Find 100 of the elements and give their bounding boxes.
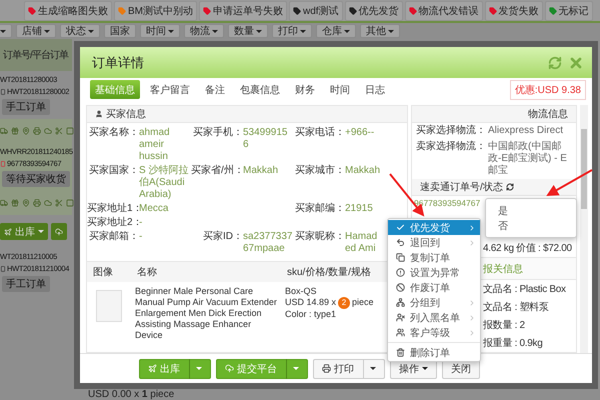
unit-text: piece (352, 297, 374, 307)
filter-dropdown[interactable]: 仓库 (316, 24, 356, 38)
field-value: - (139, 231, 142, 244)
toolbar-icon[interactable] (44, 127, 52, 135)
tab[interactable]: 备注 (200, 80, 230, 99)
section-title: 买家信息 (106, 108, 146, 121)
customs-field: 报重量 : 0.9kg (483, 336, 542, 350)
section-title: 物流信息 (528, 108, 568, 121)
tab[interactable]: 包裹信息 (235, 80, 285, 99)
close-icon[interactable] (568, 54, 584, 70)
tab[interactable]: 财务 (290, 80, 320, 99)
field-value: ahmad ameir hussin (139, 127, 171, 163)
field-label: 买家邮编： (294, 203, 345, 215)
toolbar-icon[interactable] (22, 127, 30, 135)
tag-filter[interactable]: 申请运单号失败 (199, 0, 287, 20)
field-value: +966-- (345, 127, 374, 140)
menu-item[interactable]: 作废订单 (388, 280, 480, 295)
customs-field: 报数量 : 2 (483, 318, 525, 332)
price-quantity-text: USD 0.00 x 1 piece (88, 389, 174, 400)
column-header: 订单号/平台订单 (0, 39, 72, 71)
field-label: 买家名称： (88, 127, 139, 140)
tag-filter[interactable]: 发货失败 (484, 0, 543, 20)
menu-item[interactable]: 否 (486, 218, 576, 233)
cloud-upload-icon (55, 228, 63, 236)
filter-dropdown[interactable]: 国家 (104, 24, 136, 38)
photo-placeholder (96, 290, 122, 322)
menu-item-icon (396, 253, 405, 262)
toolbar-icon[interactable] (33, 127, 41, 135)
user-icon (95, 110, 103, 118)
toolbar-icon[interactable] (22, 199, 30, 207)
field-label: 买家ID： (202, 231, 243, 244)
toolbar-icon[interactable] (0, 199, 8, 207)
filter-dropdown[interactable]: 店铺 (16, 24, 56, 38)
field-label: 买家邮箱： (88, 231, 139, 244)
filter-dropdown[interactable]: 打印 (272, 24, 312, 38)
field-value: Makkah (345, 165, 380, 178)
toolbar-icon[interactable] (11, 199, 19, 207)
field-value: 534999156 (243, 127, 288, 152)
filter-dropdown[interactable]: 时间 (140, 24, 180, 38)
toolbar-icon[interactable] (66, 127, 74, 135)
field-value: S 沙特阿拉伯A(Saudi Arabia) (139, 165, 190, 201)
toolbar-icon[interactable] (66, 199, 74, 207)
menu-item[interactable]: 优先发货 (388, 220, 480, 235)
toolbar-icon[interactable] (44, 199, 52, 207)
menu-item-icon (396, 283, 405, 292)
field-label: 买家城市： (294, 165, 345, 178)
section-title: 报关信息 (483, 262, 523, 276)
toolbar-icon[interactable] (11, 127, 19, 135)
tag-filter[interactable]: wdf测试 (289, 0, 343, 20)
filter-dropdown[interactable]: 状态 (60, 24, 100, 38)
field-value: sa237733767mpaae (243, 231, 293, 255)
field-label: 买家选择物流： (416, 125, 486, 137)
filter-dropdown[interactable]: 其他 (360, 24, 400, 38)
tag-filter[interactable]: BM测试中别动 (114, 0, 197, 20)
toolbar-icon[interactable] (55, 127, 63, 135)
filter-dropdown[interactable]: 物流 (184, 24, 224, 38)
field-label: 买家昵称： (294, 231, 345, 244)
menu-item-icon (396, 313, 405, 322)
refresh-icon[interactable] (506, 183, 514, 191)
field-label: 买家地址1： (87, 203, 139, 215)
plane-icon (148, 364, 157, 373)
filter-dropdown[interactable]: 数量 (228, 24, 268, 38)
tab[interactable]: 客户留言 (145, 80, 195, 99)
sku-text: Box-QS (285, 286, 317, 297)
footer-button[interactable]: 打印 (313, 358, 385, 378)
menu-item[interactable]: 退回到 (388, 235, 480, 250)
field-label: 买家手机： (192, 127, 243, 140)
order-list-row[interactable] (0, 191, 72, 215)
tab[interactable]: 日志 (360, 80, 390, 99)
menu-item-icon (396, 348, 405, 357)
menu-item[interactable]: 列入黑名单 (388, 310, 480, 325)
scrollbar[interactable] (580, 105, 588, 353)
menu-item-icon (396, 223, 405, 232)
menu-item-icon (396, 298, 405, 307)
table-header: 名称 (131, 262, 281, 282)
menu-item[interactable]: 客户等级 (388, 325, 480, 340)
menu-item[interactable]: 删除订单 (388, 345, 480, 360)
field-value: Aliexpress Direct (488, 125, 564, 137)
menu-item[interactable]: 是 (486, 203, 576, 218)
menu-item-icon (396, 238, 405, 247)
tag-filter[interactable]: 物流代发错误 (404, 0, 483, 20)
tracking-number: 96778393594767 (414, 198, 480, 208)
spec-text: Color : type1 (285, 309, 336, 320)
toolbar-icon[interactable] (0, 127, 8, 135)
toolbar-icon[interactable] (55, 199, 63, 207)
order-action-button[interactable] (51, 223, 67, 240)
field-value: Hamad ed Ami (345, 231, 378, 255)
tag-filter[interactable]: 优先发货 (344, 0, 403, 20)
order-list-row[interactable] (0, 119, 72, 143)
tag-filter[interactable]: 无标记 (544, 0, 593, 20)
menu-item[interactable]: 分组到 (388, 295, 480, 310)
section-title: 速卖通订单号/状态 (420, 180, 503, 194)
menu-item[interactable]: 复制订单 (388, 250, 480, 265)
order-status-badge: 手工订单 (2, 276, 50, 292)
menu-item-icon (396, 328, 405, 337)
toolbar-icon[interactable] (33, 199, 41, 207)
tab[interactable]: 时间 (325, 80, 355, 99)
tag-filter[interactable]: 生成缩略图失败 (24, 0, 112, 20)
order-action-button[interactable]: 出库 (0, 223, 48, 240)
field-label: 买家国家： (88, 165, 139, 178)
